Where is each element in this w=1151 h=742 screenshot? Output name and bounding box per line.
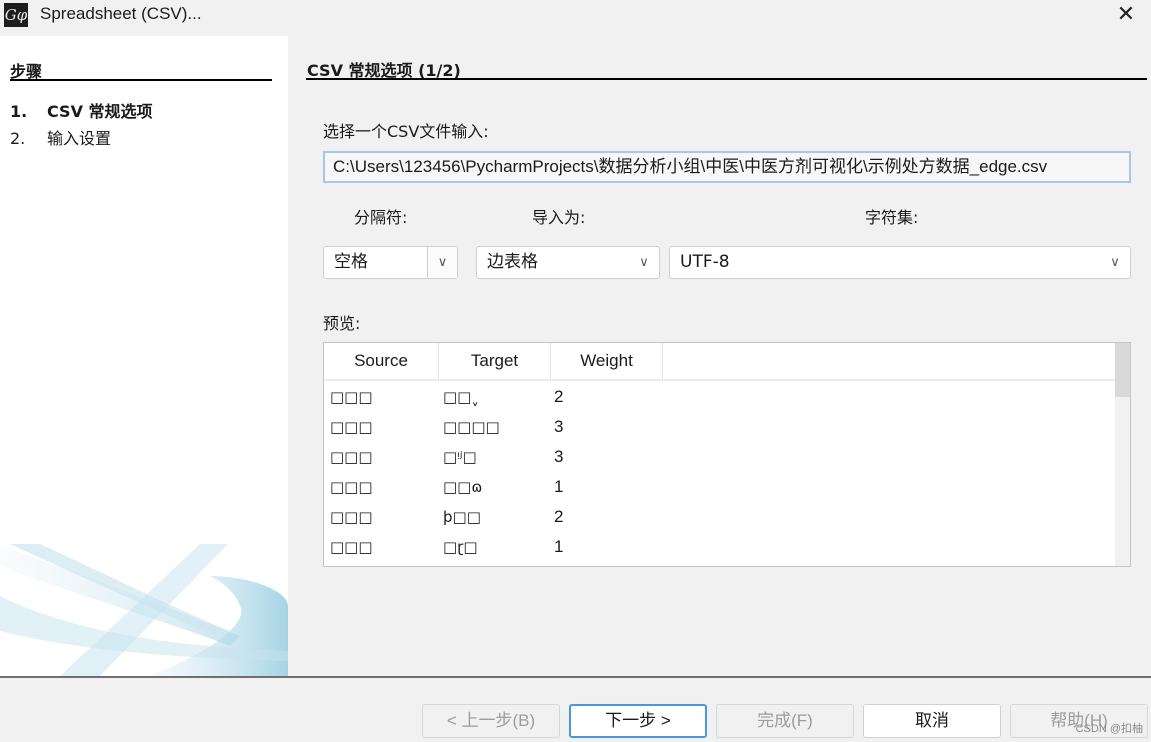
cell-weight: 2 [554,507,564,526]
cell-weight: 1 [554,477,564,496]
watermark-text: CSDN @扣柚 [1075,723,1143,735]
column-header-weight[interactable]: Weight [551,343,663,379]
cell-target: □□□□ [443,418,500,436]
separator-label: 分隔符: [354,208,408,227]
table-row: □□□ □□ɷ 1 [324,472,1116,502]
import-as-value: 边表格 [487,252,538,272]
csv-file-path-input[interactable]: C:\Users\123456\PycharmProjects\数据分析小组\中… [323,151,1131,183]
chevron-down-icon[interactable]: ∨ [1100,247,1130,278]
separator-value: 空格 [334,252,368,272]
cell-target: □ᵎʲ□ [443,448,477,466]
charset-label: 字符集: [865,208,919,227]
title-bar: Gφ Spreadsheet (CSV)... ✕ [0,0,1151,34]
table-row: □□□ □ᵎʲ□ 3 [324,442,1116,472]
preview-label: 预览: [323,314,361,333]
footer-divider [0,676,1151,678]
table-row: □□□ □□□□ 3 [324,412,1116,442]
import-as-dropdown[interactable]: 边表格 ∨ [476,246,660,279]
cell-target: □□ˬ [443,388,479,406]
window-title: Spreadsheet (CSV)... [40,4,202,23]
step-number: 1. [10,102,28,121]
import-as-label: 导入为: [532,208,586,227]
charset-dropdown[interactable]: UTF-8 ∨ [669,246,1131,279]
vertical-scrollbar[interactable] [1115,343,1130,566]
cell-weight: 3 [554,417,564,436]
csv-options-panel: CSV 常规选项 (1/2) 选择一个CSV文件输入: C:\Users\123… [288,36,1151,676]
close-button[interactable]: ✕ [1111,2,1141,30]
column-header-source[interactable]: Source [324,343,439,379]
cell-source: □□□ [330,508,373,526]
table-row: □□□ □□ˬ 2 [324,382,1116,412]
panel-divider [306,78,1147,80]
column-header-target[interactable]: Target [439,343,551,379]
cell-target: þ□□ [443,508,481,526]
back-button[interactable]: < 上一步(B) [422,704,560,738]
step-number: 2. [10,129,26,148]
cell-source: □□□ [330,418,373,436]
table-header: Source Target Weight [324,343,1116,381]
steps-sidebar: 步骤 1. CSV 常规选项 2. 输入设置 [0,36,288,676]
cell-weight: 2 [554,387,564,406]
cancel-button[interactable]: 取消 [863,704,1001,738]
table-row: □□□ □ɽ□ 1 [324,532,1116,562]
scrollbar-thumb[interactable] [1115,343,1130,397]
cell-weight: 1 [554,537,564,556]
step-item-csv-options: 1. CSV 常规选项 [10,98,153,122]
next-button[interactable]: 下一步 > [569,704,707,738]
cell-weight: 3 [554,447,564,466]
chevron-down-icon[interactable]: ∨ [427,247,457,278]
cell-target: □ɽ□ [443,538,478,556]
finish-button[interactable]: 完成(F) [716,704,854,738]
cell-source: □□□ [330,478,373,496]
cell-target: □□ɷ [443,478,483,496]
separator-dropdown[interactable]: 空格 ∨ [323,246,458,279]
step-item-import-settings: 2. 输入设置 [10,125,111,149]
file-label: 选择一个CSV文件输入: [323,122,489,141]
preview-table: Source Target Weight □□□ □□ˬ 2 □□□ □□□□ … [323,342,1131,567]
steps-divider [10,79,272,81]
table-row: □□□ þ□□ 2 [324,502,1116,532]
chevron-down-icon[interactable]: ∨ [629,247,659,278]
step-label: CSV 常规选项 [47,102,153,121]
cell-source: □□□ [330,388,373,406]
step-label: 输入设置 [47,129,112,148]
decorative-swoosh-art [0,544,288,676]
charset-value: UTF-8 [680,252,730,272]
gephi-logo-icon: Gφ [4,3,28,27]
cell-source: □□□ [330,448,373,466]
cell-source: □□□ [330,538,373,556]
